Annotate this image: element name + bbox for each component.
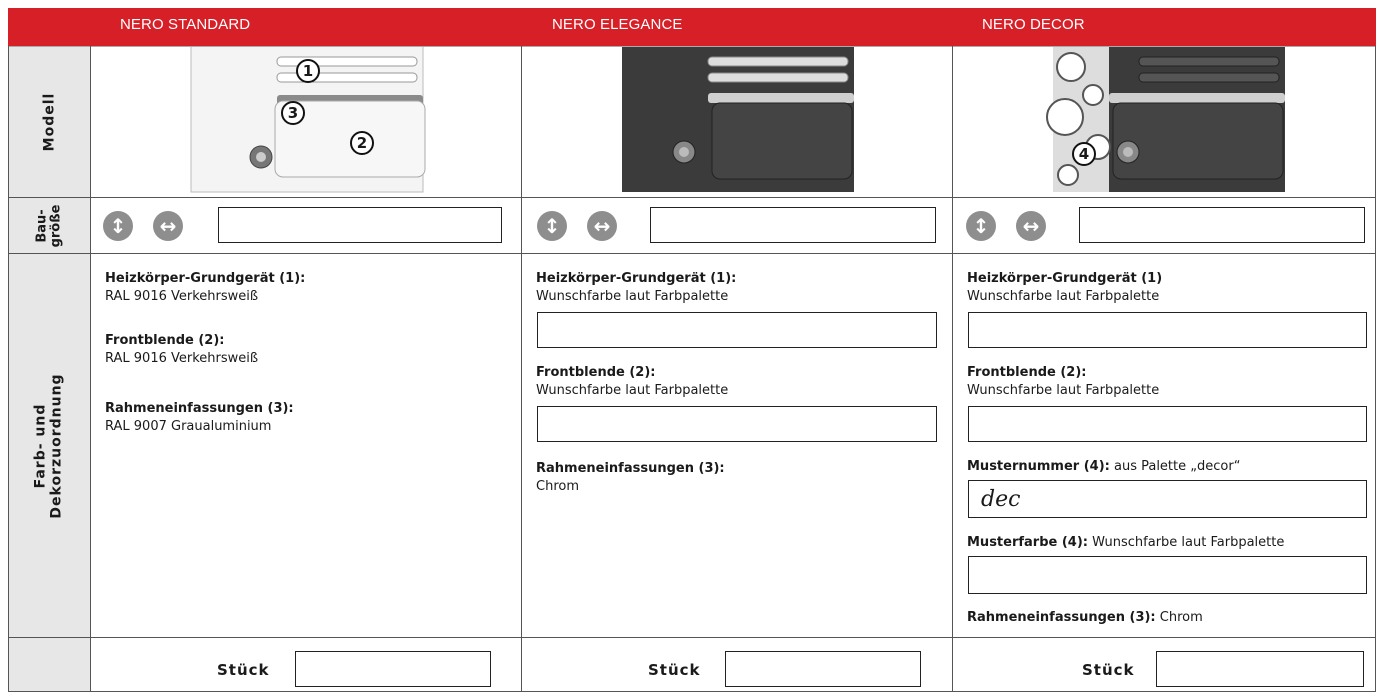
size-input-decor[interactable] [1079, 207, 1365, 243]
standard-rahmen-heading: Rahmeneinfassungen (3): [105, 401, 294, 416]
horizontal-size-icon: ↔ [1016, 211, 1046, 241]
elegance-heizkoerper-color-input[interactable] [537, 312, 937, 348]
decor-musterfarbe-label: Musterfarbe (4): Wunschfarbe laut Farbpa… [967, 535, 1285, 550]
size-input-standard[interactable] [218, 207, 502, 243]
size-cell-decor: ↕ ↔ [953, 198, 1375, 254]
decor-rahmen-label: Rahmeneinfassungen (3): Chrom [967, 610, 1203, 625]
size-cell-elegance: ↕ ↔ [522, 198, 952, 254]
quantity-label-standard: Stück [217, 661, 270, 679]
vertical-size-icon: ↕ [103, 211, 133, 241]
horizontal-size-icon: ↔ [153, 211, 183, 241]
standard-rahmen-value: RAL 9007 Graualuminium [105, 419, 272, 434]
elegance-heizkoerper-value: Wunschfarbe laut Farbpalette [536, 289, 729, 304]
column-title-standard: NERO STANDARD [120, 16, 251, 33]
vertical-size-icon: ↕ [537, 211, 567, 241]
row-label-cell-quantity [8, 638, 90, 692]
decor-frontblende-color-input[interactable] [968, 406, 1367, 442]
standard-frontblende-heading: Frontblende (2): [105, 333, 225, 348]
row-label-farb-dekor: Farb- und Dekorzuordnung [33, 373, 65, 519]
decor-heizkoerper-heading: Heizkörper-Grundgerät (1) [967, 271, 1163, 286]
elegance-frontblende-color-input[interactable] [537, 406, 937, 442]
column-title-decor: NERO DECOR [982, 16, 1085, 33]
elegance-frontblende-heading: Frontblende (2): [536, 365, 656, 380]
model-image-decor: 4 [953, 47, 1375, 197]
marker-2: 2 [350, 131, 374, 155]
quantity-input-decor[interactable] [1156, 651, 1364, 687]
elegance-rahmen-heading: Rahmeneinfassungen (3): [536, 461, 725, 476]
elegance-frontblende-value: Wunschfarbe laut Farbpalette [536, 383, 729, 398]
vertical-size-icon: ↕ [966, 211, 996, 241]
elegance-heizkoerper-heading: Heizkörper-Grundgerät (1): [536, 271, 737, 286]
elegance-rahmen-value: Chrom [536, 479, 579, 494]
marker-1: 1 [296, 59, 320, 83]
model-image-standard: 1 3 2 [91, 47, 521, 197]
decor-heizkoerper-color-input[interactable] [968, 312, 1367, 348]
standard-heizkoerper-heading: Heizkörper-Grundgerät (1): [105, 271, 306, 286]
marker-3: 3 [281, 101, 305, 125]
decor-musterfarbe-input[interactable] [968, 556, 1367, 594]
quantity-input-standard[interactable] [295, 651, 491, 687]
marker-4: 4 [1072, 142, 1096, 166]
standard-frontblende-value: RAL 9016 Verkehrsweiß [105, 351, 259, 366]
model-image-elegance [522, 47, 952, 197]
decor-frontblende-value: Wunschfarbe laut Farbpalette [967, 383, 1160, 398]
header-bar: NERO STANDARD NERO ELEGANCE NERO DECOR [8, 8, 1376, 46]
row-label-baugroesse: Bau- größe [33, 204, 63, 248]
quantity-label-decor: Stück [1082, 661, 1135, 679]
quantity-input-elegance[interactable] [725, 651, 921, 687]
size-cell-standard: ↕ ↔ [91, 198, 521, 254]
decor-musternummer-label: Musternummer (4): aus Palette „decor“ [967, 459, 1241, 474]
size-input-elegance[interactable] [650, 207, 936, 243]
decor-heizkoerper-value: Wunschfarbe laut Farbpalette [967, 289, 1160, 304]
decor-musternummer-input[interactable]: dec [968, 480, 1367, 518]
order-form-table: Modell Bau- größe Farb- und Dekorzuordnu… [8, 46, 1376, 692]
row-label-modell: Modell [40, 92, 57, 152]
decor-frontblende-heading: Frontblende (2): [967, 365, 1087, 380]
standard-heizkoerper-value: RAL 9016 Verkehrsweiß [105, 289, 259, 304]
horizontal-size-icon: ↔ [587, 211, 617, 241]
musternummer-handwritten-value: dec [981, 487, 1021, 512]
quantity-label-elegance: Stück [648, 661, 701, 679]
column-title-elegance: NERO ELEGANCE [552, 16, 683, 33]
